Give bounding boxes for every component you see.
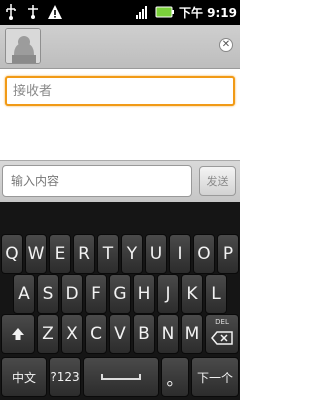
key-y[interactable]: Y xyxy=(121,234,143,274)
key-n[interactable]: N xyxy=(157,314,179,354)
key-x[interactable]: X xyxy=(61,314,83,354)
key-f[interactable]: F xyxy=(85,274,107,314)
shift-key[interactable] xyxy=(1,314,35,354)
android-avatar-icon xyxy=(6,29,40,63)
delete-key[interactable]: DEL xyxy=(205,314,239,354)
key-b[interactable]: B xyxy=(133,314,155,354)
soft-keyboard: Q W E R T Y U I O P A S D F G H J K L Z … xyxy=(0,202,240,400)
key-r[interactable]: R xyxy=(73,234,95,274)
usb-icon xyxy=(3,3,19,21)
language-switch-key[interactable]: 中文 xyxy=(1,357,47,397)
warning-icon xyxy=(47,3,63,21)
space-key[interactable] xyxy=(83,357,159,397)
key-s[interactable]: S xyxy=(37,274,59,314)
key-v[interactable]: V xyxy=(109,314,131,354)
key-l[interactable]: L xyxy=(205,274,227,314)
message-field[interactable] xyxy=(2,165,192,197)
status-bar: 下午 9:19 xyxy=(0,0,240,25)
key-a[interactable]: A xyxy=(13,274,35,314)
key-u[interactable]: U xyxy=(145,234,167,274)
battery-icon xyxy=(155,3,175,21)
key-e[interactable]: E xyxy=(49,234,71,274)
key-c[interactable]: C xyxy=(85,314,107,354)
send-button[interactable]: 发送 xyxy=(199,166,236,196)
recipient-field[interactable] xyxy=(5,76,235,106)
key-d[interactable]: D xyxy=(61,274,83,314)
key-k[interactable]: K xyxy=(181,274,203,314)
usb-debug-icon xyxy=(25,3,41,21)
status-right-icons: 下午 9:19 xyxy=(135,3,237,21)
message-input[interactable] xyxy=(3,166,191,196)
delete-label: DEL xyxy=(215,318,229,326)
recipient-header: ✕ xyxy=(0,25,240,69)
status-left-icons xyxy=(3,3,63,21)
key-g[interactable]: G xyxy=(109,274,131,314)
status-time: 下午 9:19 xyxy=(178,5,237,20)
key-w[interactable]: W xyxy=(25,234,47,274)
space-bar-icon xyxy=(101,374,141,380)
symbols-key[interactable]: ?123 xyxy=(49,357,81,397)
contact-avatar[interactable] xyxy=(5,28,41,64)
period-key[interactable]: 。 xyxy=(161,357,189,397)
key-i[interactable]: I xyxy=(169,234,191,274)
key-p[interactable]: P xyxy=(217,234,239,274)
next-key[interactable]: 下一个 xyxy=(191,357,239,397)
clear-recipient-button[interactable]: ✕ xyxy=(219,38,233,52)
signal-icon xyxy=(135,3,151,21)
key-o[interactable]: O xyxy=(193,234,215,274)
backspace-icon xyxy=(211,331,233,345)
key-q[interactable]: Q xyxy=(1,234,23,274)
key-h[interactable]: H xyxy=(133,274,155,314)
shift-arrow-icon xyxy=(12,328,24,340)
key-z[interactable]: Z xyxy=(37,314,59,354)
compose-bar: 发送 xyxy=(0,160,240,202)
recipient-input[interactable] xyxy=(7,78,233,104)
key-t[interactable]: T xyxy=(97,234,119,274)
key-j[interactable]: J xyxy=(157,274,179,314)
key-m[interactable]: M xyxy=(181,314,203,354)
